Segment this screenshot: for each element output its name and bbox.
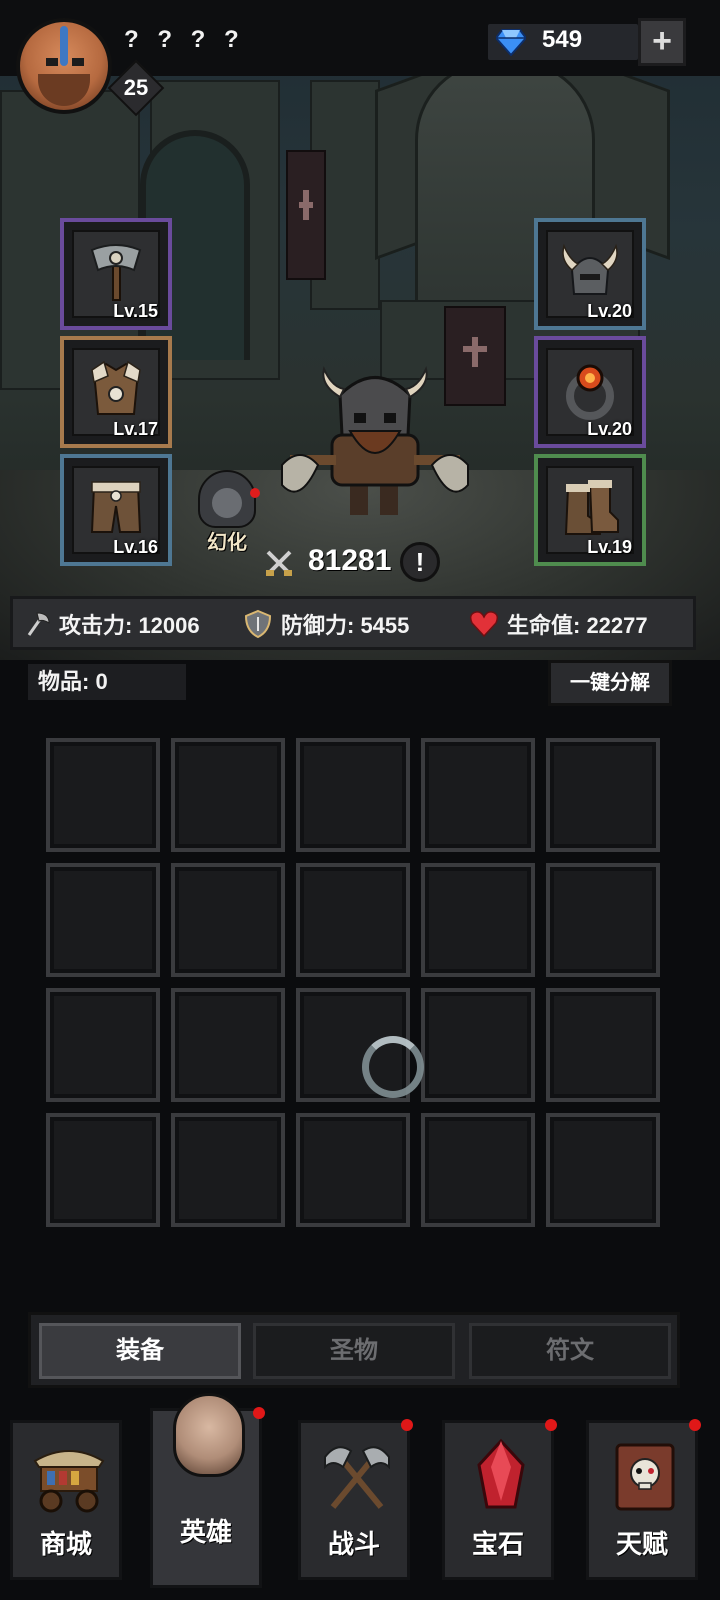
heart-icon: [469, 611, 499, 638]
axe-icon: [90, 244, 142, 301]
power-info-button[interactable]: !: [400, 542, 440, 582]
fur-pants-icon: [90, 481, 142, 533]
avatar-eye: [72, 58, 84, 66]
player-avatar[interactable]: [16, 18, 112, 114]
sub-tab-bar: 装备 圣物 符文: [28, 1312, 680, 1388]
add-gems-button[interactable]: +: [638, 18, 686, 66]
fur-boots-icon: [564, 480, 619, 535]
loading-spinner-icon: [362, 1036, 424, 1098]
nav-label: 商城: [39, 1529, 92, 1559]
gem-counter: 549: [488, 24, 638, 60]
defense-value: 防御力: 5455: [281, 613, 410, 638]
inventory-grid: [46, 738, 660, 1228]
ring-icon: [566, 364, 614, 420]
notification-dot: [401, 1419, 413, 1431]
red-crystal-icon: [477, 1438, 525, 1509]
nav-talent[interactable]: 天赋: [586, 1419, 701, 1580]
skin-label: 幻化: [207, 532, 247, 554]
horned-helmet-icon: [562, 243, 618, 295]
item-level: Lv.15: [113, 301, 158, 321]
attack-value: 攻击力: 12006: [59, 613, 200, 638]
inventory-slot[interactable]: [421, 738, 535, 852]
inventory-slot[interactable]: [546, 988, 660, 1102]
stats-bar: 攻击力: 12006 防御力: 5455 生命值: 22277: [10, 596, 696, 650]
avatar-beard: [38, 74, 90, 106]
equip-slot-legs[interactable]: Lv.16: [60, 454, 172, 566]
decompose-all-button[interactable]: 一键分解: [548, 660, 672, 706]
item-level: Lv.16: [113, 537, 158, 557]
skin-face: [212, 488, 242, 518]
shield-icon: [244, 609, 272, 639]
equip-slot-helmet[interactable]: Lv.20: [534, 218, 646, 330]
item-count: 物品: 0: [28, 664, 186, 700]
diamond-icon: [496, 29, 526, 56]
crossed-swords-icon: [266, 550, 292, 576]
tab-runes[interactable]: 符文: [469, 1323, 671, 1379]
nav-hero[interactable]: 英雄: [150, 1393, 265, 1588]
inventory-slot[interactable]: [546, 738, 660, 852]
inventory-slot[interactable]: [421, 988, 535, 1102]
inventory-slot[interactable]: [546, 863, 660, 977]
nav-label: 天赋: [615, 1529, 668, 1559]
axe-icon: [27, 612, 50, 636]
inventory-slot[interactable]: [296, 1113, 410, 1227]
nav-gems[interactable]: 宝石: [442, 1419, 557, 1580]
merchant-cart-icon: [33, 1450, 105, 1513]
tab-relics[interactable]: 圣物: [253, 1323, 455, 1379]
inventory-slot[interactable]: [46, 988, 160, 1102]
crossed-axes-icon: [324, 1446, 390, 1509]
equip-slot-weapon[interactable]: Lv.15: [60, 218, 172, 330]
inventory-slot[interactable]: [171, 863, 285, 977]
nav-label: 英雄: [179, 1517, 232, 1547]
equip-slot-ring[interactable]: Lv.20: [534, 336, 646, 448]
player-level: 25: [123, 75, 149, 100]
nav-battle[interactable]: 战斗: [298, 1419, 413, 1580]
hero-character[interactable]: [280, 365, 470, 535]
skin-transform-button[interactable]: 幻化: [190, 470, 264, 556]
stat-attack: 攻击力: 12006: [21, 609, 200, 639]
nav-label: 宝石: [471, 1529, 524, 1559]
inventory-slot[interactable]: [421, 863, 535, 977]
stat-hp: 生命值: 22277: [469, 609, 648, 639]
equip-slot-boots[interactable]: Lv.19: [534, 454, 646, 566]
avatar-eye: [46, 58, 58, 66]
inventory-slot[interactable]: [46, 1113, 160, 1227]
notification-dot: [689, 1419, 701, 1431]
inventory-slot[interactable]: [421, 1113, 535, 1227]
hp-value: 生命值: 22277: [507, 613, 648, 638]
notification-dot: [253, 1407, 265, 1419]
bottom-nav: 商城 英雄 战斗 宝石 天赋: [0, 1393, 720, 1600]
skull-book-icon: [615, 1443, 675, 1511]
tab-equipment[interactable]: 装备: [39, 1323, 241, 1379]
nav-shop[interactable]: 商城: [10, 1420, 122, 1580]
combat-power: 81281: [308, 544, 392, 577]
inventory-slot[interactable]: [171, 988, 285, 1102]
banner-decoration: [286, 150, 326, 280]
inventory-slot[interactable]: [171, 1113, 285, 1227]
inventory-slot[interactable]: [296, 738, 410, 852]
equip-slot-armor[interactable]: Lv.17: [60, 336, 172, 448]
item-level: Lv.17: [113, 419, 158, 439]
player-name: ? ? ? ?: [124, 26, 245, 53]
item-level: Lv.20: [587, 301, 632, 321]
nav-label: 战斗: [327, 1529, 380, 1559]
inventory-slot[interactable]: [296, 863, 410, 977]
item-level: Lv.20: [587, 419, 632, 439]
gem-count: 549: [542, 26, 583, 53]
notification-dot: [250, 488, 260, 498]
inventory-slot[interactable]: [546, 1113, 660, 1227]
stat-defense: 防御力: 5455: [243, 609, 409, 639]
inventory-slot[interactable]: [46, 738, 160, 852]
fur-armor-icon: [91, 360, 141, 415]
avatar-face-paint: [60, 26, 68, 66]
hero-portrait-icon: [173, 1393, 245, 1477]
item-level: Lv.19: [587, 537, 632, 557]
notification-dot: [545, 1419, 557, 1431]
inventory-slot[interactable]: [46, 863, 160, 977]
inventory-slot[interactable]: [171, 738, 285, 852]
